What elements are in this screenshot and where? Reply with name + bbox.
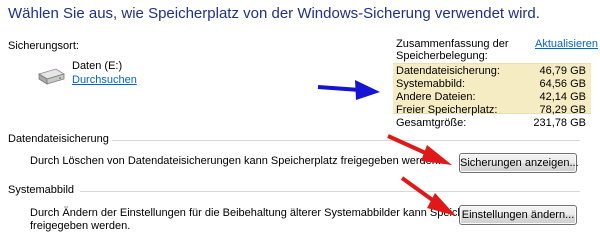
summary-heading-line1: Zusammenfassung der bbox=[396, 38, 509, 50]
summary-row-value: 64,56 GB bbox=[539, 78, 586, 90]
change-settings-button[interactable]: Einstellungen ändern... bbox=[459, 205, 577, 225]
system-image-description-line1: Durch Ändern der Einstellungen für die B… bbox=[30, 207, 497, 219]
refresh-link[interactable]: Aktualisieren bbox=[535, 38, 598, 50]
blue-arrow-icon bbox=[317, 80, 380, 100]
data-backup-heading: Datendateisicherung bbox=[8, 133, 109, 145]
hard-drive-icon bbox=[38, 68, 65, 85]
summary-row-other-files: Andere Dateien: 42,14 GB bbox=[396, 91, 586, 103]
summary-row-system-image: Systemabbild: 64,56 GB bbox=[396, 78, 586, 90]
system-image-heading: Systemabbild bbox=[8, 184, 75, 196]
drive-name: Daten (E:) bbox=[72, 60, 123, 72]
summary-row-free-space: Freier Speicherplatz: 78,29 GB bbox=[396, 104, 586, 116]
summary-row-label: Gesamtgröße: bbox=[396, 117, 467, 129]
summary-row-value: 231,78 GB bbox=[533, 117, 586, 129]
summary-row-value: 42,14 GB bbox=[539, 91, 586, 103]
page-title: Wählen Sie aus, wie Speicherplatz von de… bbox=[8, 5, 540, 22]
view-backups-button[interactable]: Sicherungen anzeigen... bbox=[459, 153, 579, 173]
summary-row-total-size: Gesamtgröße: 231,78 GB bbox=[396, 117, 586, 129]
summary-row-label: Systemabbild: bbox=[396, 78, 466, 90]
browse-link[interactable]: Durchsuchen bbox=[72, 74, 137, 86]
summary-row-label: Freier Speicherplatz: bbox=[396, 104, 498, 116]
summary-heading-line2: Speicherbelegung: bbox=[396, 50, 488, 62]
summary-row-label: Datendateisicherung: bbox=[396, 65, 500, 77]
system-image-description-line2: freigegeben werden. bbox=[30, 220, 131, 232]
section-divider bbox=[112, 140, 580, 141]
summary-row-value: 78,29 GB bbox=[539, 104, 586, 116]
summary-row-data-backup: Datendateisicherung: 46,79 GB bbox=[396, 65, 586, 77]
summary-row-label: Andere Dateien: bbox=[396, 91, 476, 103]
backup-location-label: Sicherungsort: bbox=[8, 40, 79, 52]
data-backup-description: Durch Löschen von Datendateisicherungen … bbox=[30, 155, 441, 167]
summary-row-value: 46,79 GB bbox=[539, 65, 586, 77]
section-divider bbox=[80, 191, 580, 192]
